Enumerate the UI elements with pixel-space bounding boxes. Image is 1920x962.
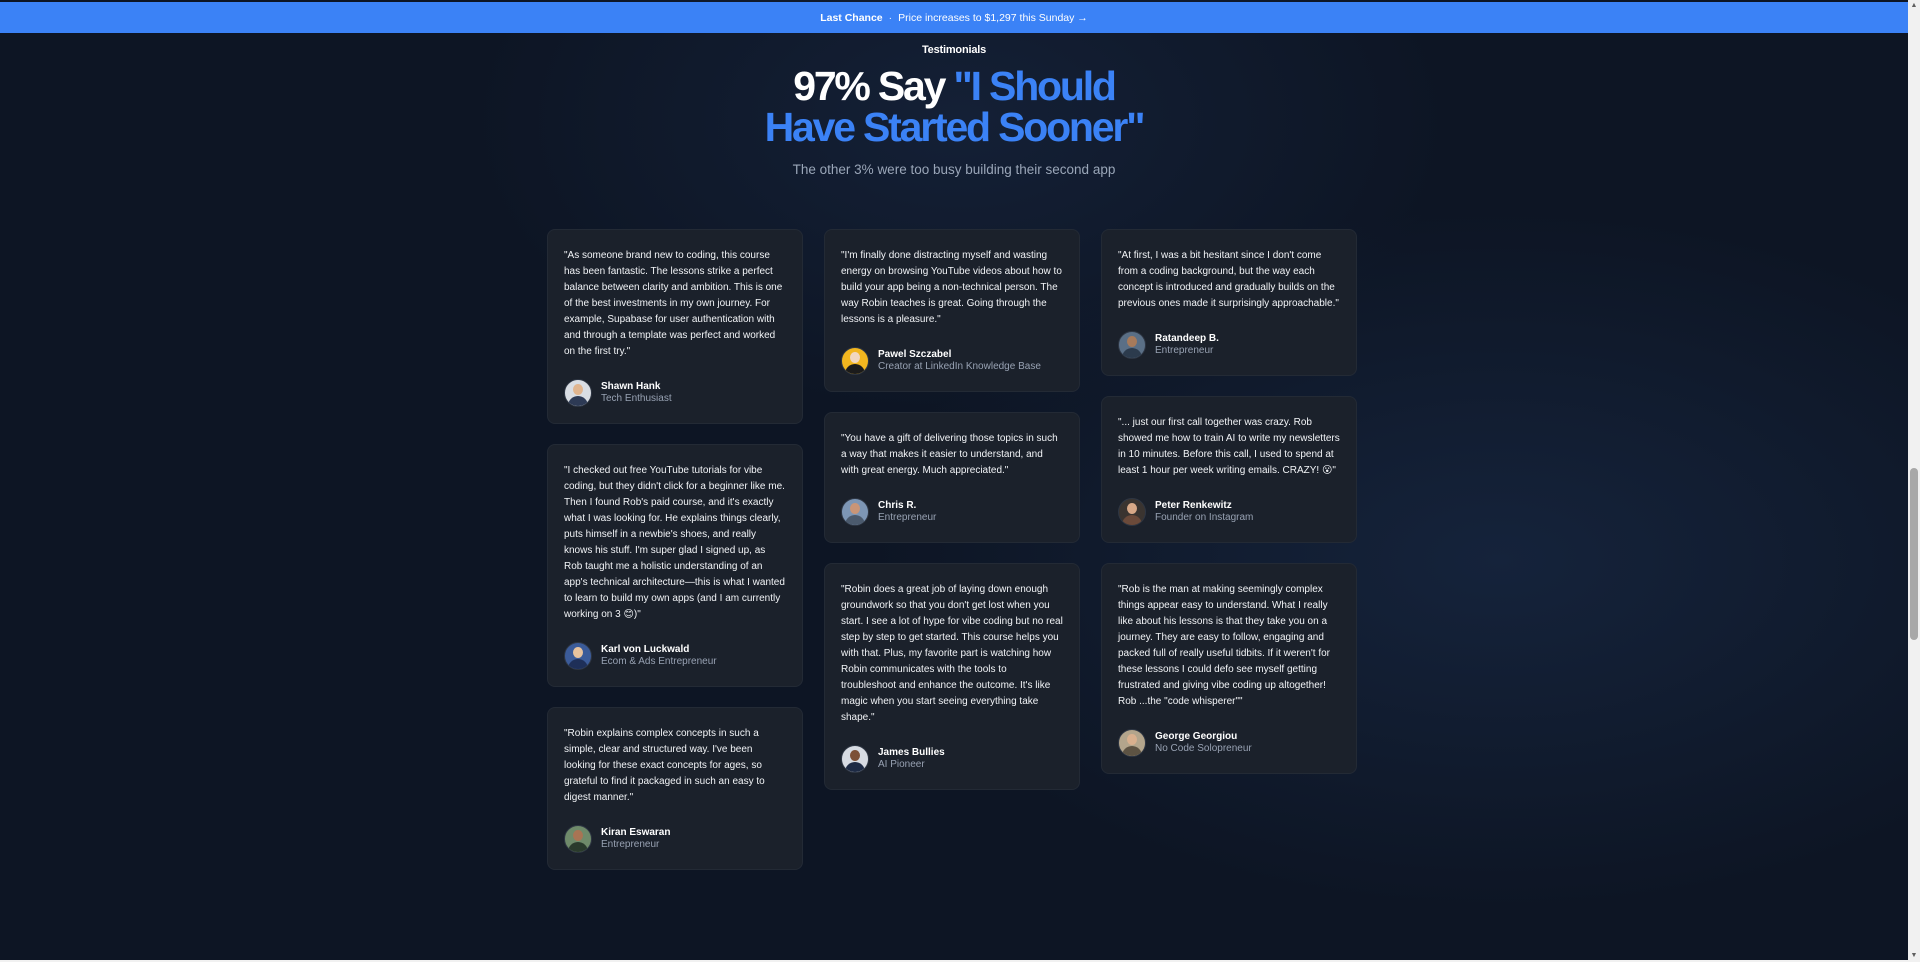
avatar [564, 825, 592, 853]
author-name: Pawel Szczabel [878, 349, 952, 360]
testimonial-author: Chris R. Entrepreneur [841, 498, 1063, 526]
title-quote-line2: Have Started Sooner" [764, 104, 1146, 150]
testimonial-author: George Georgiou No Code Solopreneur [1118, 729, 1340, 757]
testimonial-card: "Robin explains complex concepts in such… [547, 707, 803, 870]
author-role: No Code Solopreneur [1155, 743, 1252, 754]
title-highlight-white: 97% Say [793, 63, 954, 109]
announcement-banner[interactable]: Last Chance · Price increases to $1,297 … [0, 2, 1908, 33]
testimonial-quote: "At first, I was a bit hesitant since I … [1118, 250, 1339, 309]
section-title: 97% Say "I Should Have Started Sooner" [0, 66, 1908, 148]
banner-message: Price increases to $1,297 this Sunday → [898, 11, 1088, 24]
author-role: AI Pioneer [878, 759, 925, 770]
avatar [564, 379, 592, 407]
testimonial-author: Karl von Luckwald Ecom & Ads Entrepreneu… [564, 642, 786, 670]
vertical-scrollbar[interactable]: ▲ ▼ [1908, 0, 1920, 962]
avatar [841, 347, 869, 375]
testimonial-quote: "I'm finally done distracting myself and… [841, 250, 1062, 325]
section-subtitle: The other 3% were too busy building thei… [792, 162, 1116, 177]
author-name: George Georgiou [1155, 731, 1238, 742]
testimonial-card: "As someone brand new to coding, this co… [547, 229, 803, 424]
avatar [564, 642, 592, 670]
author-role: Entrepreneur [601, 839, 660, 850]
testimonial-card: "I'm finally done distracting myself and… [824, 229, 1080, 392]
author-role: Creator at LinkedIn Knowledge Base [878, 361, 1041, 372]
author-role: Entrepreneur [1155, 345, 1214, 356]
testimonial-quote: "Robin explains complex concepts in such… [564, 728, 765, 803]
author-role: Entrepreneur [878, 512, 937, 523]
testimonial-author: Pawel Szczabel Creator at LinkedIn Knowl… [841, 347, 1063, 375]
author-name: Peter Renkewitz [1155, 500, 1232, 511]
scrollbar-thumb[interactable] [1910, 468, 1918, 640]
avatar [1118, 498, 1146, 526]
avatar [841, 498, 869, 526]
author-name: Karl von Luckwald [601, 644, 690, 655]
testimonial-quote: "You have a gift of delivering those top… [841, 433, 1058, 476]
testimonial-column-1: "As someone brand new to coding, this co… [547, 229, 803, 890]
testimonial-author: Shawn Hank Tech Enthusiast [564, 379, 786, 407]
testimonial-quote: "Robin does a great job of laying down e… [841, 584, 1063, 723]
testimonial-quote: "As someone brand new to coding, this co… [564, 250, 783, 357]
scroll-up-arrow-icon[interactable]: ▲ [1910, 2, 1918, 10]
testimonial-card: "Robin does a great job of laying down e… [824, 563, 1080, 790]
author-name: Shawn Hank [601, 381, 661, 392]
author-name: James Bullies [878, 747, 945, 758]
author-role: Founder on Instagram [1155, 512, 1254, 523]
testimonial-author: Peter Renkewitz Founder on Instagram [1118, 498, 1340, 526]
testimonial-column-2: "I'm finally done distracting myself and… [824, 229, 1080, 810]
scroll-down-arrow-icon[interactable]: ▼ [1910, 952, 1918, 960]
author-name: Chris R. [878, 500, 917, 511]
testimonial-card: "... just our first call together was cr… [1101, 396, 1357, 543]
author-name: Ratandeep B. [1155, 333, 1219, 344]
testimonial-card: "Rob is the man at making seemingly comp… [1101, 563, 1357, 774]
testimonial-quote: "I checked out free YouTube tutorials fo… [564, 465, 785, 620]
author-role: Tech Enthusiast [601, 393, 672, 404]
testimonial-quote: "Rob is the man at making seemingly comp… [1118, 584, 1331, 707]
banner-label: Last Chance [820, 11, 883, 24]
testimonial-quote: "... just our first call together was cr… [1118, 417, 1340, 476]
testimonial-author: Kiran Eswaran Entrepreneur [564, 825, 786, 853]
testimonial-author: James Bullies AI Pioneer [841, 745, 1063, 773]
testimonial-column-3: "At first, I was a bit hesitant since I … [1101, 229, 1357, 794]
testimonials-header: Testimonials 97% Say "I Should Have Star… [0, 44, 1908, 177]
avatar [841, 745, 869, 773]
testimonial-card: "I checked out free YouTube tutorials fo… [547, 444, 803, 687]
avatar [1118, 729, 1146, 757]
testimonial-card: "At first, I was a bit hesitant since I … [1101, 229, 1357, 376]
banner-separator: · [888, 11, 893, 24]
avatar [1118, 331, 1146, 359]
title-quote-line1: "I Should [953, 63, 1117, 109]
author-name: Kiran Eswaran [601, 827, 671, 838]
section-eyebrow: Testimonials [921, 44, 987, 56]
testimonial-author: Ratandeep B. Entrepreneur [1118, 331, 1340, 359]
author-role: Ecom & Ads Entrepreneur [601, 656, 717, 667]
testimonial-card: "You have a gift of delivering those top… [824, 412, 1080, 543]
